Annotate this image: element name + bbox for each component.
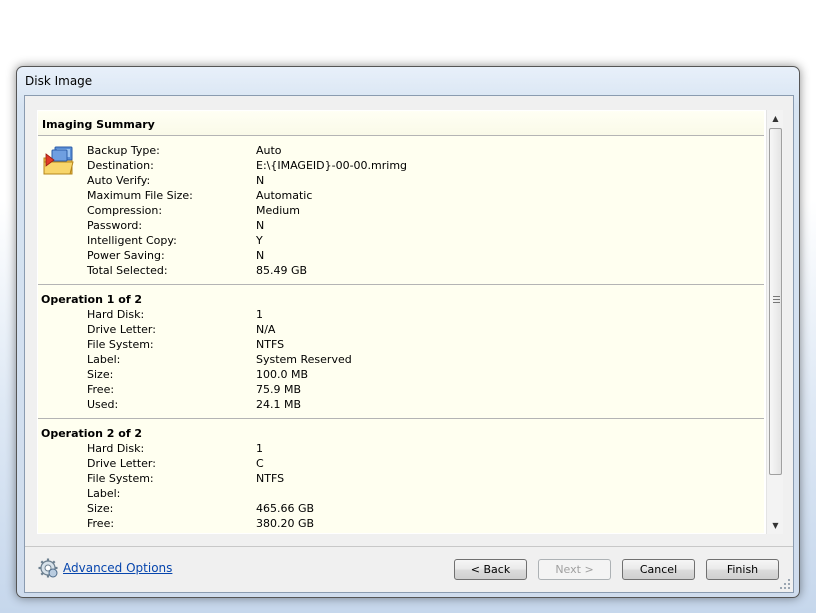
field-label: Password: [87,219,143,232]
summary-row: Used: 24.1 MB [38,397,764,412]
field-label: Free: [87,517,115,530]
field-label: Free: [87,383,115,396]
field-label: Total Selected: [87,264,168,277]
field-value: 24.1 MB [256,398,302,411]
field-label: Hard Disk: [87,308,145,321]
field-label: Used: [87,398,119,411]
summary-row: Hard Disk: 1 [38,307,764,322]
summary-row: Free: 380.20 GB [38,516,764,531]
field-value: 85.49 GB [256,264,308,277]
summary-row: File System: NTFS [38,471,764,486]
field-value: N [256,219,265,232]
field-label: Drive Letter: [87,457,156,470]
field-label: File System: [87,338,154,351]
field-value: N [256,174,265,187]
imaging-summary-header: Imaging Summary [38,111,764,136]
operation-title: Operation 1 of 2 [41,293,143,306]
imaging-summary-body: Backup Type: Auto Destination: E:\{IMAGEID}… [38,136,764,285]
summary-row: Label: [38,486,764,501]
field-label: Drive Letter: [87,323,156,336]
field-value: System Reserved [256,353,352,366]
summary-row: Label: System Reserved [38,352,764,367]
chevron-up-icon[interactable]: ▲ [767,110,784,127]
vertical-scrollbar[interactable]: ▲ ▼ [766,110,783,534]
window-title: Disk Image [25,74,93,88]
summary-row: Total Selected: 85.49 GB [38,263,764,278]
summary-row: Compression: Medium [38,203,764,218]
summary-row: Hard Disk: 1 [38,441,764,456]
operation-title: Operation 2 of 2 [41,427,143,440]
field-label: Label: [87,487,121,500]
summary-row: Drive Letter: N/A [38,322,764,337]
operation-block-2: Operation 2 of 2 Hard Disk: 1 Drive Letter… [38,419,764,533]
summary-row: File System: NTFS [38,337,764,352]
field-label: File System: [87,472,154,485]
summary-row: Free: 75.9 MB [38,382,764,397]
field-value [256,486,764,501]
summary-panel[interactable]: Imaging Summary Backup Type: Auto Destinat… [37,110,783,534]
field-value: 1 [256,308,263,321]
scrollbar-thumb[interactable] [769,128,782,475]
summary-row: Destination: E:\{IMAGEID}-00-00.mrimg [38,158,764,173]
resize-grip-icon[interactable] [780,579,790,589]
summary-content: Imaging Summary Backup Type: Auto Destinat… [38,111,764,533]
field-value: Automatic [256,189,313,202]
field-label: Hard Disk: [87,442,145,455]
summary-row: Intelligent Copy: Y [38,233,764,248]
gear-icon[interactable] [37,557,59,579]
field-label: Size: [87,502,114,515]
summary-row: Maximum File Size: Automatic [38,188,764,203]
field-value: Medium [256,204,300,217]
field-value: N [256,249,265,262]
field-value: 100.0 MB [256,368,309,381]
summary-row: Power Saving: N [38,248,764,263]
field-label: Size: [87,368,114,381]
field-label: Compression: [87,204,163,217]
summary-row: Drive Letter: C [38,456,764,471]
summary-row: Password: N [38,218,764,233]
field-label: Power Saving: [87,249,165,262]
summary-row: Size: 100.0 MB [38,367,764,382]
field-label: Maximum File Size: [87,189,193,202]
field-value: 465.66 GB [256,502,315,515]
field-value: 1 [256,442,263,455]
disk-image-icon [43,146,74,175]
advanced-options-link[interactable]: Advanced Options [63,561,172,575]
field-value: C [256,457,264,470]
field-value: Y [256,234,263,247]
disk-image-dialog: Disk Image Imaging Summary Backup Type: A… [16,66,800,598]
cancel-button[interactable]: Cancel [622,559,695,580]
back-button[interactable]: < Back [454,559,527,580]
summary-row: Size: 465.66 GB [38,501,764,516]
advanced-options[interactable]: Advanced Options [37,557,172,579]
finish-button[interactable]: Finish [706,559,779,580]
field-value: 380.20 GB [256,517,315,530]
field-value: Auto [256,144,282,157]
footer-divider [25,546,793,547]
operation-block-1: Operation 1 of 2 Hard Disk: 1 Drive Letter… [38,285,764,419]
field-label: Label: [87,353,121,366]
field-value: 75.9 MB [256,383,302,396]
field-value: NTFS [256,472,285,485]
chevron-down-icon[interactable]: ▼ [767,517,784,534]
field-label: Intelligent Copy: [87,234,177,247]
scrollbar-grip-icon [773,296,780,303]
dialog-client-area: Imaging Summary Backup Type: Auto Destinat… [24,95,794,593]
summary-row: Auto Verify: N [38,173,764,188]
summary-row: Backup Type: Auto [38,143,764,158]
field-value: E:\{IMAGEID}-00-00.mrimg [256,159,408,172]
field-value: N/A [256,323,276,336]
field-value: NTFS [256,338,285,351]
next-button[interactable]: Next > [538,559,611,580]
